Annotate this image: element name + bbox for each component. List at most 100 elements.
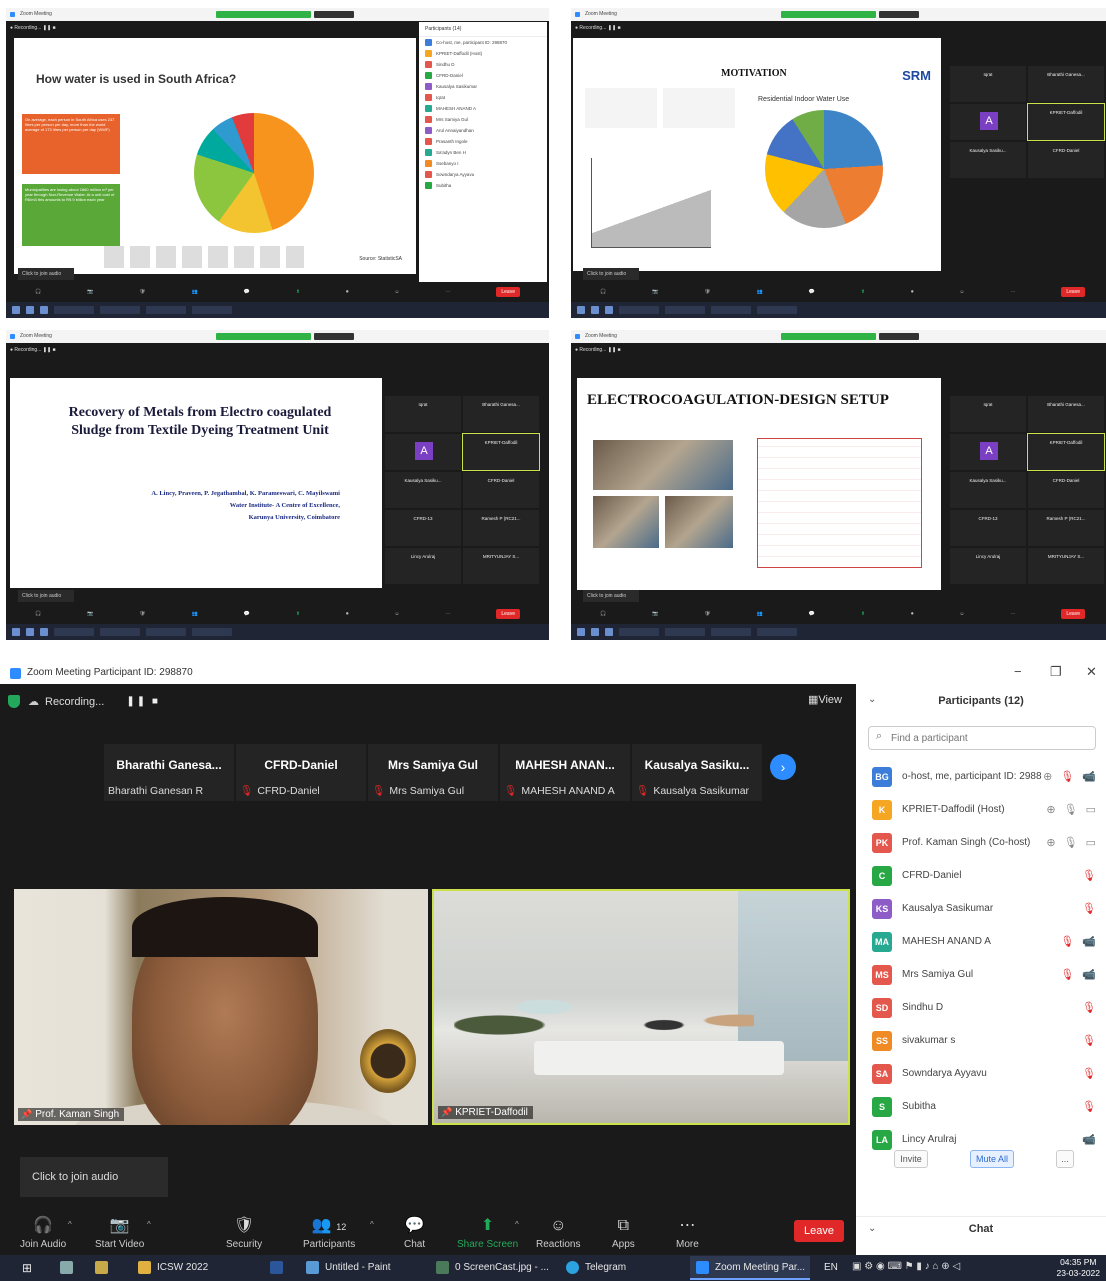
video-tile[interactable]: MAHESH ANAN... 🎙 MAHESH ANAND A	[500, 744, 630, 801]
mic-icon[interactable]: 🎙	[1064, 803, 1078, 816]
video-options-chevron-icon[interactable]: ^	[147, 1220, 151, 1229]
slide-authors: A. Lincy, Praveen, P. Jegathambal, K. Pa…	[50, 488, 340, 524]
taskbar-zoom[interactable]: Zoom Meeting Par...	[696, 1260, 805, 1276]
view-button[interactable]: View	[808, 693, 842, 706]
participant-row[interactable]: K KPRIET-Daffodil (Host) ⊕ 🎙 ▭	[856, 793, 1106, 826]
apps-button[interactable]: ⧉ Apps	[612, 1217, 635, 1250]
thumb-taskbar	[571, 302, 1106, 318]
video-off-icon[interactable]: 📹	[1082, 770, 1096, 783]
windows-start-icon[interactable]: ⊞	[22, 1260, 32, 1276]
share-chevron-icon[interactable]: ^	[515, 1220, 519, 1229]
video-off-icon[interactable]: 📹	[1082, 935, 1096, 948]
taskbar-telegram[interactable]: Telegram	[566, 1260, 626, 1276]
participant-avatar	[425, 149, 432, 156]
reactions-button[interactable]: ☺ Reactions	[536, 1217, 580, 1250]
participant-row[interactable]: PK Prof. Kaman Singh (Co-host) ⊕ 🎙 ▭	[856, 826, 1106, 859]
taskbar-screencast[interactable]: 0 ScreenCast.jpg - ...	[436, 1260, 549, 1276]
participant-avatar	[425, 138, 432, 145]
participant-row[interactable]: BG o-host, me, participant ID: 298870) ⊕ 🎙 📹	[856, 760, 1106, 793]
video-tile[interactable]: CFRD-Daniel 🎙 CFRD-Daniel	[236, 744, 366, 801]
audio-options-chevron-icon[interactable]: ^	[68, 1220, 72, 1229]
language-indicator[interactable]: EN	[824, 1260, 838, 1276]
video-feed-kpriet-daffodil[interactable]: 📌 KPRIET-Daffodil	[432, 889, 850, 1125]
thumb-participant-row: Co-host, me, participant ID: 298870	[419, 37, 547, 48]
participant-row[interactable]: SA Sowndarya Ayyavu 🎙	[856, 1057, 1106, 1090]
participant-avatar	[425, 182, 432, 189]
more-button[interactable]: ⋯ More	[676, 1215, 699, 1250]
muted-mic-icon[interactable]: 🎙	[1060, 968, 1074, 981]
tile-name: Bharathi Ganesa...	[116, 758, 222, 772]
invite-button[interactable]: Invite	[894, 1150, 928, 1168]
chat-icon: 💬	[404, 1217, 425, 1234]
file-explorer-icon[interactable]	[95, 1260, 114, 1276]
participant-row[interactable]: S Subitha 🎙	[856, 1090, 1106, 1123]
muted-mic-icon[interactable]: 🎙	[1060, 770, 1074, 783]
video-off-icon[interactable]: 📹	[1082, 968, 1096, 981]
participant-name: o-host, me, participant ID: 298870)	[902, 771, 1042, 782]
video-tile: CFRD-Daniel	[463, 472, 539, 508]
gallery-icon[interactable]	[60, 1260, 79, 1276]
muted-mic-icon[interactable]: 🎙	[1082, 869, 1096, 882]
pause-stop-recording-buttons[interactable]: ❚❚ ■	[126, 696, 160, 707]
participant-search-input[interactable]	[868, 726, 1096, 750]
muted-mic-icon[interactable]: 🎙	[1082, 1034, 1096, 1047]
security-button[interactable]: 🛡 Security	[226, 1215, 262, 1250]
tile-label: 🎙 Kausalya Sasikumar	[636, 785, 750, 797]
share-screen-button[interactable]: ⬆ Share Screen	[457, 1215, 518, 1250]
video-tile[interactable]: Kausalya Sasiku... 🎙 Kausalya Sasikumar	[632, 744, 762, 801]
participant-row[interactable]: SD Sindhu D 🎙	[856, 991, 1106, 1024]
video-tile[interactable]: Mrs Samiya Gul 🎙 Mrs Samiya Gul	[368, 744, 498, 801]
video-feed-kaman-singh[interactable]: 📌 Prof. Kaman Singh	[14, 889, 428, 1125]
muted-mic-icon[interactable]: 🎙	[1082, 902, 1096, 915]
muted-mic-icon[interactable]: 🎙	[1082, 1100, 1096, 1113]
slide-title: ELECTROCOAGULATION-DESIGN SETUP	[587, 392, 889, 408]
next-page-arrow-icon[interactable]: ›	[770, 754, 796, 780]
participant-status-icons: 🎙	[1082, 1034, 1096, 1047]
thumb-participant-name: Sowndarya Ayyavu	[436, 172, 475, 177]
muted-mic-icon[interactable]: 🎙	[1082, 1001, 1096, 1014]
cc-icon[interactable]: ⊕	[1043, 770, 1052, 783]
leave-button[interactable]: Leave	[794, 1220, 844, 1242]
thumb-toolbar: 🎧 📷 🛡 👥 💬 ⬆ ⏺ ☺ ⋯ Leave	[6, 604, 549, 624]
minimize-button[interactable]: −	[1014, 664, 1022, 679]
chat-button[interactable]: 💬 Chat	[404, 1215, 425, 1250]
taskbar-paint[interactable]: Untitled - Paint	[306, 1260, 391, 1276]
cc-icon[interactable]: ⊕	[1046, 803, 1055, 816]
muted-mic-icon[interactable]: 🎙	[1060, 935, 1074, 948]
video-tile: Kausalya Sasiku...	[385, 472, 461, 508]
video-off-icon[interactable]: 📹	[1082, 1133, 1096, 1146]
taskbar-clock[interactable]: 04:35 PM 23-03-2022	[1057, 1257, 1100, 1279]
participant-status-icons: 🎙	[1082, 1100, 1096, 1113]
participant-row[interactable]: MA MAHESH ANAND A 🎙 📹	[856, 925, 1106, 958]
thumb-recording: ● Recording... ❚❚ ■	[575, 347, 621, 353]
join-audio-button[interactable]: 🎧 Join Audio	[20, 1215, 66, 1250]
pin-icon: 📌	[21, 1109, 33, 1119]
mic-icon[interactable]: 🎙	[1064, 836, 1078, 849]
video-icon[interactable]: ▭	[1086, 836, 1096, 849]
participant-row[interactable]: KS Kausalya Sasikumar 🎙	[856, 892, 1106, 925]
video-tile: KPRIET-Daffodil	[462, 433, 540, 471]
cc-icon[interactable]: ⊕	[1046, 836, 1055, 849]
start-video-button[interactable]: 📷 Start Video	[95, 1215, 144, 1250]
more-options-button[interactable]: ...	[1056, 1150, 1074, 1168]
video-tile[interactable]: Bharathi Ganesa... Bharathi Ganesan R	[104, 744, 234, 801]
muted-mic-icon: 🎙	[240, 785, 254, 797]
participant-row[interactable]: C CFRD-Daniel 🎙	[856, 859, 1106, 892]
join-audio-tooltip[interactable]: Click to join audio	[20, 1157, 168, 1197]
restore-button[interactable]: ❐	[1050, 664, 1062, 680]
video-tile: CFRD-13	[385, 510, 461, 546]
mute-all-button[interactable]: Mute All	[970, 1150, 1014, 1168]
participant-row[interactable]: SS sivakumar s 🎙	[856, 1024, 1106, 1057]
taskbar-word-icon[interactable]	[270, 1260, 289, 1276]
avatar: SS	[872, 1030, 892, 1051]
close-button[interactable]: ✕	[1086, 664, 1097, 680]
video-icon[interactable]: ▭	[1086, 803, 1096, 816]
muted-mic-icon[interactable]: 🎙	[1082, 1067, 1096, 1080]
taskbar-icsw[interactable]: ICSW 2022	[138, 1260, 208, 1276]
video-tile: Iqrat	[950, 396, 1026, 432]
tray-icons[interactable]: ▣ ⚙ ◉ ⌨ ⚑ ▮ ♪ ⌂ ⊕ ◁	[852, 1261, 960, 1272]
participants-chevron-icon[interactable]: ^	[370, 1220, 374, 1229]
thumb-join-audio: Click to join audio	[18, 268, 74, 280]
participants-button[interactable]: 👥 12 Participants	[303, 1215, 355, 1250]
participant-row[interactable]: MS Mrs Samiya Gul 🎙 📹	[856, 958, 1106, 991]
